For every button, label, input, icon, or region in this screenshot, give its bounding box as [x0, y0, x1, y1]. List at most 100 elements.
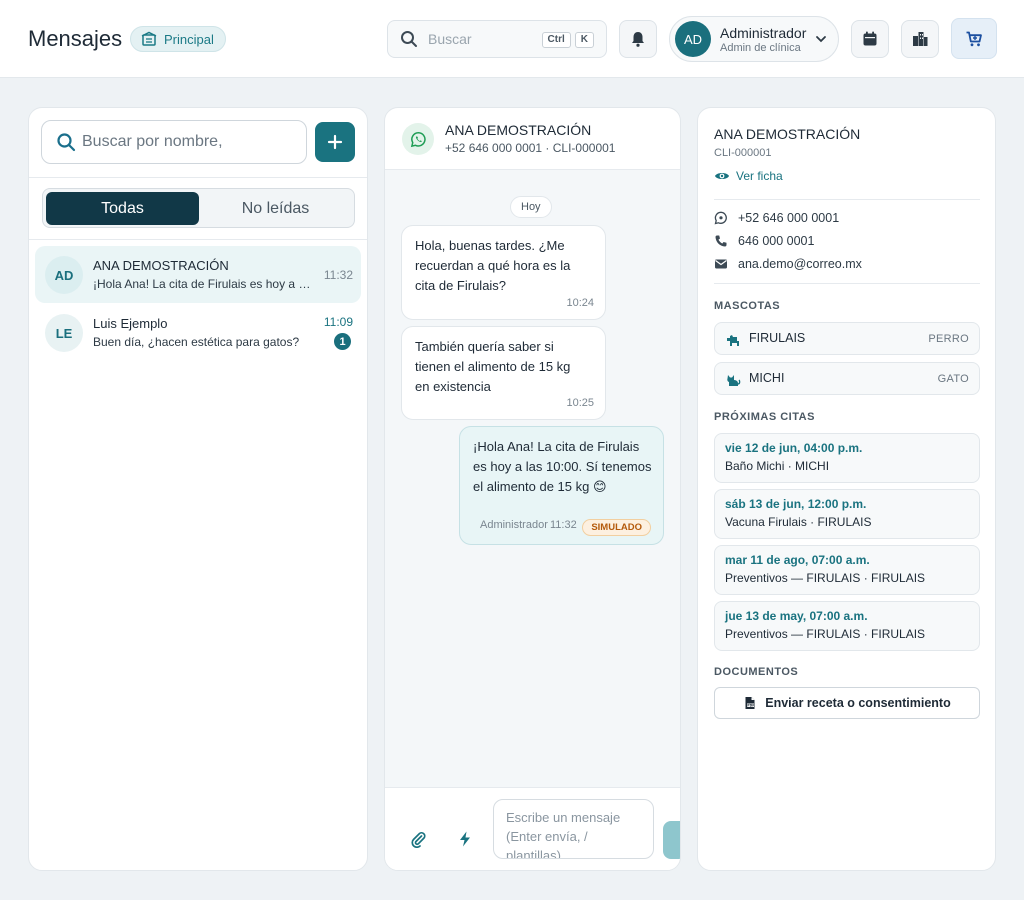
divider: [29, 177, 367, 178]
pet-item[interactable]: FIRULAIS PERRO: [714, 322, 980, 355]
branch-badge-label: Principal: [164, 31, 214, 47]
unread-count-badge: 1: [334, 333, 351, 350]
appointment-date: vie 12 de jun, 04:00 p.m.: [725, 441, 863, 455]
cart-button[interactable]: [951, 18, 997, 59]
incoming-message: Hola, buenas tardes. ¿Me recuerdan a qué…: [401, 225, 606, 320]
dog-icon: [727, 335, 739, 346]
message-time: 11:32: [550, 519, 577, 531]
contact-whatsapp: +52 646 000 0001: [714, 211, 839, 225]
calendar-icon: [863, 31, 877, 46]
client-id: CLI-000001: [714, 147, 772, 159]
bell-icon: [632, 32, 644, 47]
conversation-time: 11:32: [323, 268, 353, 282]
pets-section-title: MASCOTAS: [714, 300, 781, 312]
message-time: 10:25: [566, 397, 594, 409]
chevron-down-icon: [816, 36, 826, 43]
divider: [29, 239, 367, 240]
appointment-item[interactable]: jue 13 de may, 07:00 a.m. Preventivos — …: [714, 601, 980, 651]
divider: [714, 283, 980, 284]
whatsapp-icon: [410, 131, 426, 147]
incoming-message: También quería saber si tienen el alimen…: [401, 326, 606, 420]
conversation-preview: Buen día, ¿hacen estética para gatos?: [93, 335, 300, 349]
message-composer: Escribe un mensaje (Enter envía, / plant…: [385, 787, 680, 870]
message-thread: Hoy Hola, buenas tardes. ¿Me recuerdan a…: [385, 170, 680, 787]
view-record-link[interactable]: Ver ficha: [714, 168, 783, 184]
message-time: 10:24: [566, 297, 594, 309]
branch-badge[interactable]: Principal: [130, 26, 226, 52]
eye-icon: [715, 173, 729, 179]
contact-email-value: ana.demo@correo.mx: [738, 257, 862, 271]
filter-tabs: Todas No leídas: [42, 188, 355, 228]
shortcut-hint: Ctrl K: [541, 32, 594, 48]
global-search-placeholder: Buscar: [428, 31, 472, 47]
appointment-description: Preventivos — FIRULAIS · FIRULAIS: [725, 627, 926, 641]
tab-all[interactable]: Todas: [46, 192, 199, 225]
calendar-button[interactable]: [851, 20, 889, 58]
phone-icon: [715, 235, 727, 247]
contact-phone-value: 646 000 0001: [738, 234, 815, 248]
view-record-label: Ver ficha: [736, 169, 783, 183]
contact-email: ana.demo@correo.mx: [714, 257, 862, 271]
pet-item[interactable]: MICHI GATO: [714, 362, 980, 395]
appointment-description: Baño Michi · MICHI: [725, 459, 830, 473]
conversation-avatar: LE: [45, 314, 83, 352]
paperclip-icon[interactable]: [409, 830, 427, 848]
kbd-ctrl: Ctrl: [541, 32, 571, 48]
appointment-item[interactable]: vie 12 de jun, 04:00 p.m. Baño Michi · M…: [714, 433, 980, 483]
simulated-badge: SIMULADO: [582, 519, 651, 536]
client-info-panel: ANA DEMOSTRACIÓN CLI-000001 Ver ficha +5…: [697, 107, 996, 871]
top-bar: Mensajes Principal Buscar Ctrl K AD Admi…: [0, 0, 1024, 78]
cat-icon: [727, 375, 741, 386]
pet-species: PERRO: [928, 333, 969, 345]
notifications-button[interactable]: [619, 20, 657, 58]
whatsapp-badge: [402, 123, 434, 155]
message-text: También quería saber si tienen el alimen…: [415, 339, 571, 394]
pdf-icon: PDF: [745, 697, 755, 709]
conversation-search-placeholder: Buscar por nombre,: [82, 133, 223, 150]
conversation-item[interactable]: AD ANA DEMOSTRACIÓN ¡Hola Ana! La cita d…: [35, 246, 361, 303]
outgoing-message: ¡Hola Ana! La cita de Firulais es hoy a …: [459, 426, 664, 545]
appointment-description: Vacuna Firulais · FIRULAIS: [725, 515, 872, 529]
day-separator: Hoy: [510, 196, 552, 218]
pet-species: GATO: [937, 373, 969, 385]
documents-section-title: DOCUMENTOS: [714, 666, 799, 678]
contact-whatsapp-value: +52 646 000 0001: [738, 211, 840, 225]
conversation-list-panel: Buscar por nombre, Todas No leídas AD AN…: [28, 107, 368, 871]
cart-icon: [966, 31, 982, 46]
appointment-date: mar 11 de ago, 07:00 a.m.: [725, 553, 870, 567]
plus-icon: [327, 134, 343, 150]
conversation-search-input[interactable]: Buscar por nombre,: [41, 120, 307, 164]
search-icon: [401, 31, 417, 47]
message-text: ¡Hola Ana! La cita de Firulais es hoy a …: [473, 439, 652, 494]
conversation-avatar: AD: [45, 256, 83, 294]
send-button[interactable]: [663, 821, 680, 859]
bolt-icon[interactable]: [456, 830, 474, 848]
pet-name: MICHI: [749, 371, 785, 385]
user-menu[interactable]: AD Administrador Admin de clínica: [669, 16, 839, 62]
appointment-item[interactable]: mar 11 de ago, 07:00 a.m. Preventivos — …: [714, 545, 980, 595]
tab-unread[interactable]: No leídas: [199, 192, 352, 225]
search-icon: [57, 133, 76, 152]
svg-text:PDF: PDF: [748, 703, 755, 707]
conversation-time: 11:09: [323, 315, 353, 329]
client-name: ANA DEMOSTRACIÓN: [714, 126, 861, 142]
message-input[interactable]: Escribe un mensaje (Enter envía, / plant…: [493, 799, 654, 859]
global-search-input[interactable]: Buscar Ctrl K: [387, 20, 607, 58]
chat-panel: ANA DEMOSTRACIÓN +52 646 000 0001 · CLI-…: [384, 107, 681, 871]
new-conversation-button[interactable]: [315, 122, 355, 162]
mail-icon: [715, 259, 727, 269]
conversation-preview: ¡Hola Ana! La cita de Firulais es hoy a …: [93, 277, 311, 291]
conversation-name: Luis Ejemplo: [93, 316, 168, 331]
branches-button[interactable]: [901, 20, 939, 58]
conversation-name: ANA DEMOSTRACIÓN: [93, 258, 229, 273]
avatar: AD: [675, 21, 711, 57]
chat-contact-subtitle: +52 646 000 0001 · CLI-000001: [445, 141, 616, 155]
send-document-label: Enviar receta o consentimiento: [765, 696, 951, 710]
appointment-date: jue 13 de may, 07:00 a.m.: [725, 609, 868, 623]
send-document-button[interactable]: PDF Enviar receta o consentimiento: [714, 687, 980, 719]
whatsapp-icon: [714, 211, 727, 225]
conversation-item[interactable]: LE Luis Ejemplo Buen día, ¿hacen estétic…: [35, 304, 361, 361]
appointment-date: sáb 13 de jun, 12:00 p.m.: [725, 497, 867, 511]
appointment-item[interactable]: sáb 13 de jun, 12:00 p.m. Vacuna Firulai…: [714, 489, 980, 539]
message-text: Hola, buenas tardes. ¿Me recuerdan a qué…: [415, 238, 571, 293]
